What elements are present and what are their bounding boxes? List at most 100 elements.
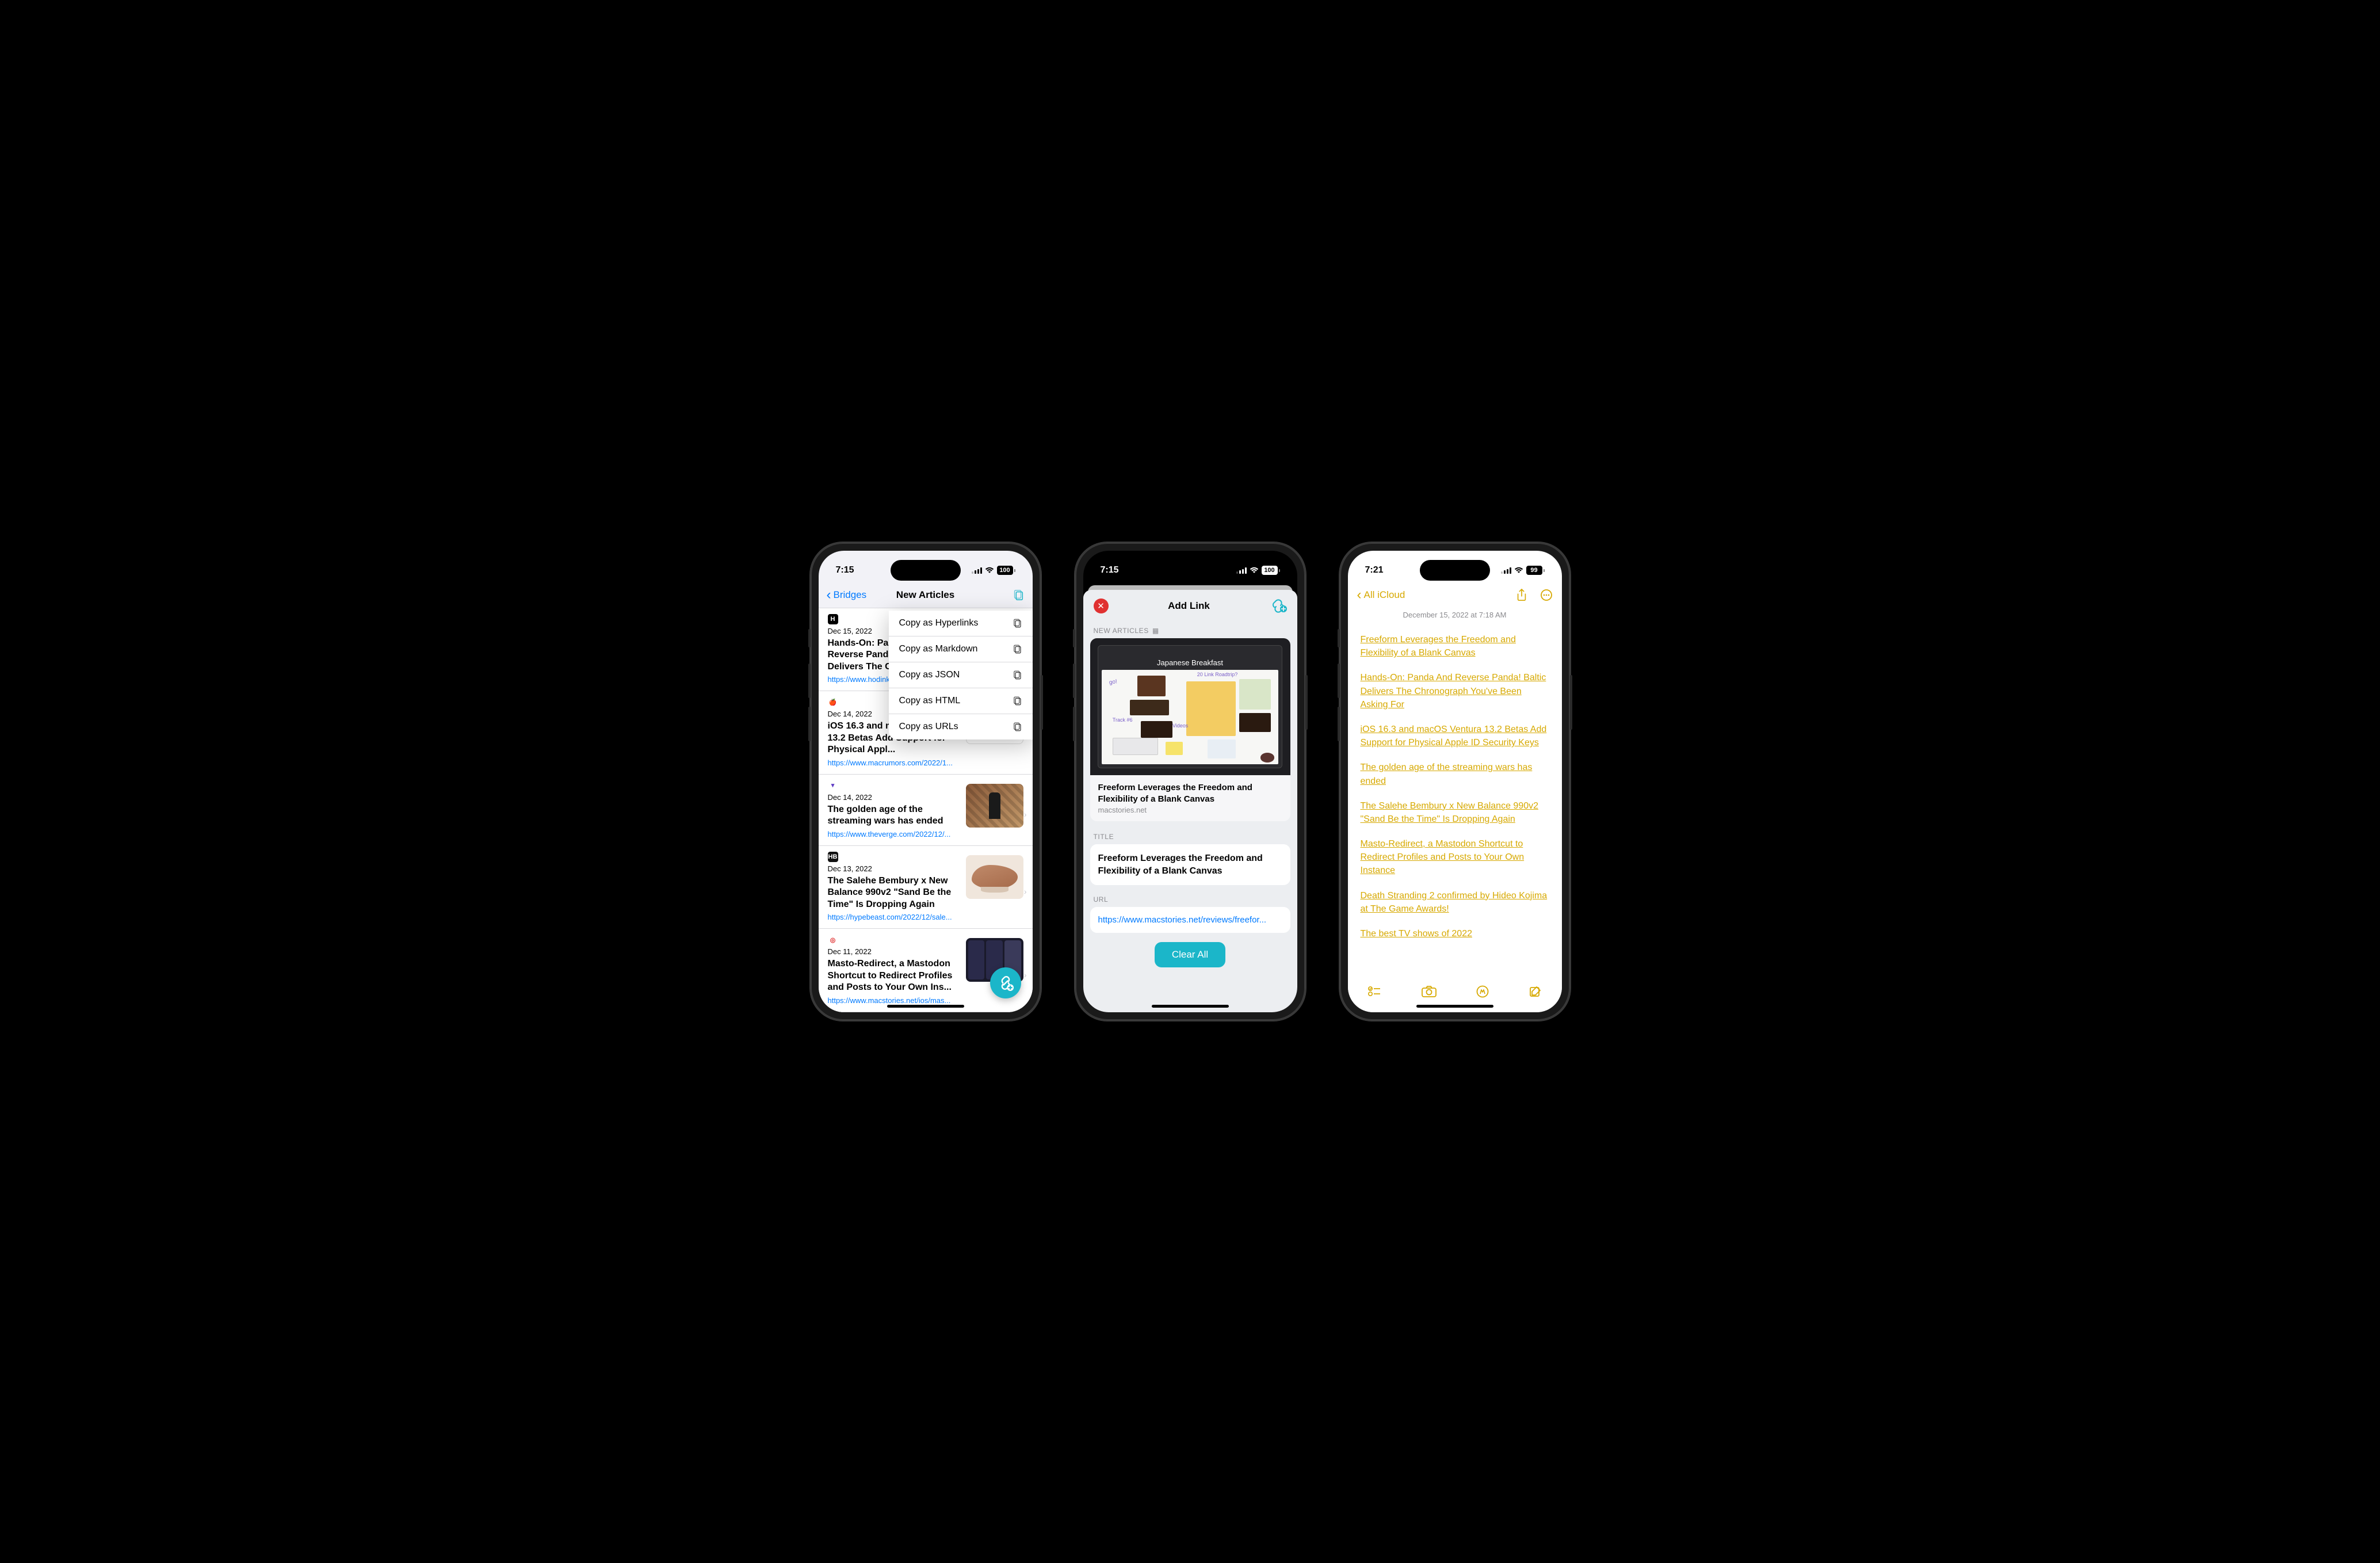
copy-icon — [1012, 670, 1022, 680]
note-link[interactable]: Death Stranding 2 confirmed by Hideo Koj… — [1361, 891, 1548, 914]
chevron-right-icon: › — [1024, 970, 1027, 979]
wifi-icon — [985, 567, 994, 574]
article-row[interactable]: ▾ Dec 14, 2022 The golden age of the str… — [819, 775, 1033, 846]
note-link[interactable]: Freeform Leverages the Freedom and Flexi… — [1361, 635, 1516, 658]
compose-button[interactable] — [1529, 985, 1542, 998]
dynamic-island — [891, 560, 961, 581]
favicon: H — [828, 614, 838, 624]
back-button[interactable]: ‹ All iCloud — [1357, 588, 1405, 602]
back-label: All iCloud — [1364, 589, 1405, 601]
close-button[interactable]: ✕ — [1094, 598, 1109, 613]
note-link[interactable]: iOS 16.3 and macOS Ventura 13.2 Betas Ad… — [1361, 725, 1547, 748]
note-link-line: iOS 16.3 and macOS Ventura 13.2 Betas Ad… — [1361, 723, 1549, 749]
popover-label: Copy as HTML — [899, 696, 961, 706]
url-field[interactable]: https://www.macstories.net/reviews/freef… — [1090, 907, 1290, 933]
article-date: Dec 14, 2022 — [828, 793, 959, 802]
confirm-add-button[interactable] — [1270, 598, 1287, 613]
status-time: 7:21 — [1365, 565, 1384, 575]
chevron-left-icon: ‹ — [1357, 588, 1362, 602]
share-icon — [1516, 589, 1527, 601]
modal-title: Add Link — [1168, 600, 1210, 612]
article-url: https://www.theverge.com/2022/12/... — [828, 830, 959, 838]
markup-button[interactable] — [1476, 985, 1489, 998]
checklist-button[interactable] — [1367, 986, 1381, 997]
preview-domain: macstories.net — [1098, 806, 1282, 814]
note-link[interactable]: Hands-On: Panda And Reverse Panda! Balti… — [1361, 673, 1546, 709]
close-icon: ✕ — [1097, 601, 1105, 611]
copy-menu-button[interactable] — [1012, 589, 1025, 601]
link-add-icon — [1270, 598, 1287, 613]
popover-label: Copy as URLs — [899, 722, 958, 732]
article-url: https://www.macstories.net/ios/mas... — [828, 996, 959, 1005]
note-link-line: The Salehe Bembury x New Balance 990v2 "… — [1361, 799, 1549, 826]
note-link-line: The best TV shows of 2022 — [1361, 927, 1549, 940]
chevron-right-icon: › — [1024, 887, 1027, 896]
note-link-line: Death Stranding 2 confirmed by Hideo Koj… — [1361, 889, 1549, 916]
popover-label: Copy as JSON — [899, 670, 960, 680]
favicon: 🍎 — [828, 697, 838, 707]
back-label: Bridges — [834, 589, 867, 601]
dynamic-island — [1420, 560, 1490, 581]
home-indicator[interactable] — [1416, 1005, 1493, 1008]
article-url: https://www.macrumors.com/2022/1... — [828, 758, 959, 767]
popover-label: Copy as Hyperlinks — [899, 618, 979, 628]
article-thumbnail — [966, 855, 1023, 899]
preview-thumbnail: Japanese Breakfast — [1090, 638, 1290, 775]
add-link-fab[interactable] — [990, 967, 1021, 998]
link-preview-card[interactable]: Japanese Breakfast — [1090, 638, 1290, 821]
battery-icon: 99 — [1526, 566, 1545, 575]
popover-item[interactable]: Copy as Markdown — [889, 636, 1033, 662]
clear-all-button[interactable]: Clear All — [1155, 942, 1225, 967]
status-time: 7:15 — [836, 565, 854, 575]
note-link[interactable]: The best TV shows of 2022 — [1361, 929, 1472, 939]
article-title: Masto-Redirect, a Mastodon Shortcut to R… — [828, 958, 959, 993]
note-link[interactable]: Masto-Redirect, a Mastodon Shortcut to R… — [1361, 839, 1525, 875]
more-button[interactable] — [1540, 589, 1553, 601]
popover-item[interactable]: Copy as URLs — [889, 714, 1033, 739]
collection-icon: ▦ — [1152, 627, 1159, 635]
note-body[interactable]: Freeform Leverages the Freedom and Flexi… — [1348, 619, 1562, 958]
camera-button[interactable] — [1422, 986, 1437, 997]
note-timestamp: December 15, 2022 at 7:18 AM — [1348, 611, 1562, 619]
url-label: URL — [1094, 895, 1287, 904]
article-date: Dec 11, 2022 — [828, 947, 959, 956]
signal-icon — [972, 567, 982, 574]
article-date: Dec 13, 2022 — [828, 864, 959, 873]
chevron-right-icon: › — [1024, 810, 1027, 819]
signal-icon — [1236, 567, 1247, 574]
note-link[interactable]: The Salehe Bembury x New Balance 990v2 "… — [1361, 801, 1539, 824]
article-row[interactable]: HB Dec 13, 2022 The Salehe Bembury x New… — [819, 846, 1033, 929]
home-indicator[interactable] — [1152, 1005, 1229, 1008]
section-label: NEW ARTICLES ▦ — [1094, 627, 1287, 635]
copy-icon — [1012, 696, 1022, 706]
note-link-line: Hands-On: Panda And Reverse Panda! Balti… — [1361, 671, 1549, 711]
dynamic-island — [1155, 560, 1225, 581]
home-indicator[interactable] — [887, 1005, 964, 1008]
favicon: HB — [828, 852, 838, 862]
chevron-left-icon: ‹ — [827, 588, 831, 602]
favicon: ◎ — [828, 935, 838, 945]
popover-item[interactable]: Copy as JSON — [889, 662, 1033, 688]
note-link[interactable]: The golden age of the streaming wars has… — [1361, 763, 1533, 786]
link-plus-icon — [998, 975, 1014, 991]
back-button[interactable]: ‹ Bridges — [827, 588, 867, 602]
note-link-line: Masto-Redirect, a Mastodon Shortcut to R… — [1361, 837, 1549, 878]
note-link-line: The golden age of the streaming wars has… — [1361, 761, 1549, 787]
title-label: TITLE — [1094, 833, 1287, 841]
battery-icon: 100 — [997, 566, 1015, 575]
copy-popover: Copy as Hyperlinks Copy as Markdown Copy… — [889, 611, 1033, 739]
share-button[interactable] — [1516, 589, 1527, 601]
article-thumbnail — [966, 784, 1023, 828]
article-url: https://hypebeast.com/2022/12/sale... — [828, 913, 959, 921]
popover-item[interactable]: Copy as Hyperlinks — [889, 611, 1033, 636]
page-title: New Articles — [896, 589, 954, 601]
popover-item[interactable]: Copy as HTML — [889, 688, 1033, 714]
wifi-icon — [1514, 567, 1523, 574]
article-title: The golden age of the streaming wars has… — [828, 804, 959, 828]
preview-title: Freeform Leverages the Freedom and Flexi… — [1098, 782, 1282, 805]
title-field[interactable]: Freeform Leverages the Freedom and Flexi… — [1090, 844, 1290, 885]
popover-label: Copy as Markdown — [899, 644, 978, 654]
copy-icon — [1012, 722, 1022, 732]
battery-icon: 100 — [1262, 566, 1280, 575]
article-title: The Salehe Bembury x New Balance 990v2 "… — [828, 875, 959, 910]
